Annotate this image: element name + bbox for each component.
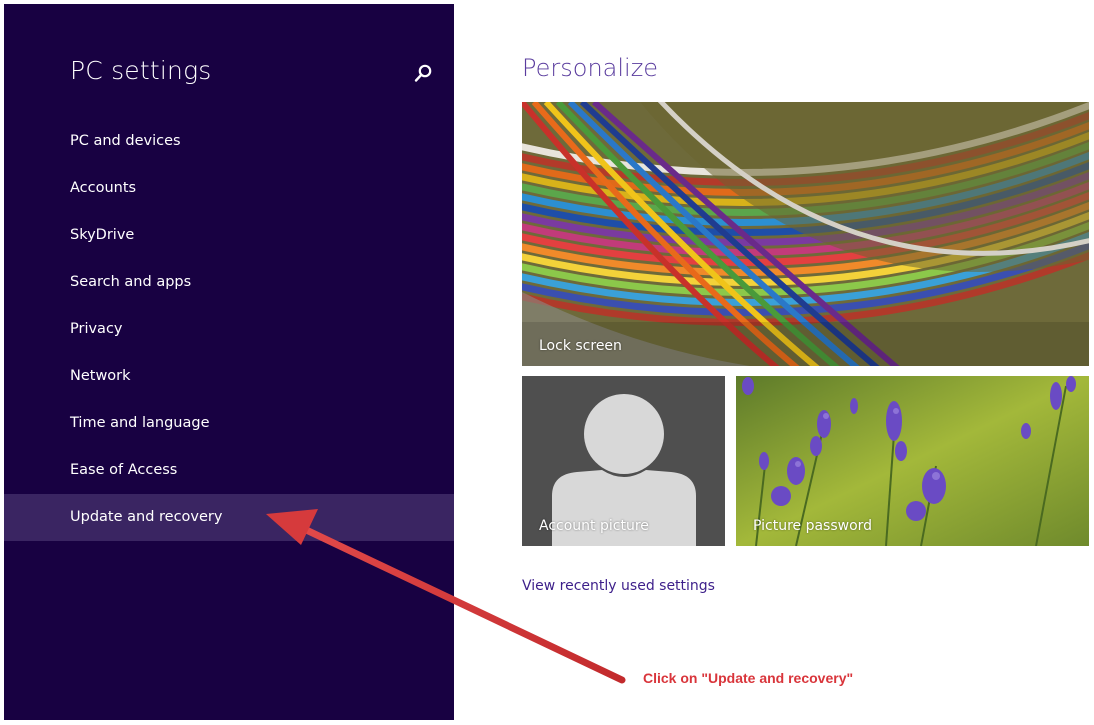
nav-item-ease-of-access[interactable]: Ease of Access bbox=[4, 447, 454, 494]
lock-screen-image bbox=[522, 102, 1089, 366]
nav-item-update-and-recovery[interactable]: Update and recovery bbox=[4, 494, 454, 541]
view-recent-settings-link[interactable]: View recently used settings bbox=[522, 578, 715, 594]
picture-password-tile[interactable]: Picture password bbox=[736, 376, 1089, 546]
search-icon bbox=[414, 64, 432, 82]
settings-sidebar: PC settings PC and devices Accounts SkyD… bbox=[4, 4, 454, 720]
nav-item-network[interactable]: Network bbox=[4, 353, 454, 400]
page-title: Personalize bbox=[522, 54, 659, 82]
lock-screen-label: Lock screen bbox=[539, 338, 622, 354]
search-button[interactable] bbox=[410, 61, 436, 87]
picture-password-label: Picture password bbox=[753, 518, 873, 534]
annotation-callout: Click on "Update and recovery" bbox=[643, 670, 854, 686]
account-picture-label: Account picture bbox=[539, 518, 649, 534]
nav-item-time-and-language[interactable]: Time and language bbox=[4, 400, 454, 447]
settings-nav: PC and devices Accounts SkyDrive Search … bbox=[4, 118, 454, 541]
sidebar-title: PC settings bbox=[70, 56, 212, 85]
nav-item-privacy[interactable]: Privacy bbox=[4, 306, 454, 353]
nav-item-pc-and-devices[interactable]: PC and devices bbox=[4, 118, 454, 165]
nav-item-skydrive[interactable]: SkyDrive bbox=[4, 212, 454, 259]
account-picture-tile[interactable]: Account picture bbox=[522, 376, 725, 546]
nav-item-search-and-apps[interactable]: Search and apps bbox=[4, 259, 454, 306]
lock-screen-tile[interactable]: Lock screen bbox=[522, 102, 1089, 366]
nav-item-accounts[interactable]: Accounts bbox=[4, 165, 454, 212]
